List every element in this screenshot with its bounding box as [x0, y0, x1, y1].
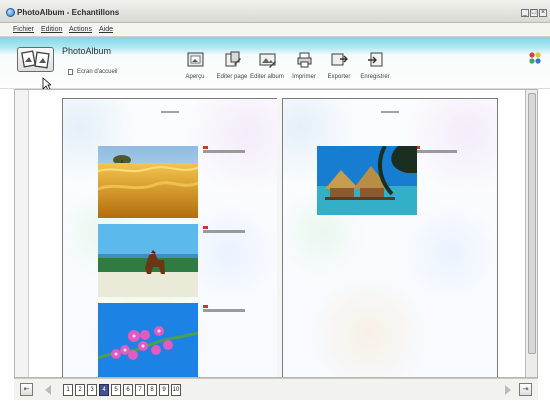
- left-scroll-gutter: [15, 90, 29, 377]
- page-button-9[interactable]: 9: [159, 384, 169, 396]
- title-bar: PhotoAlbum - Echantillons _ □ ×: [0, 0, 550, 23]
- wheat-field-image: [98, 146, 198, 218]
- print-button[interactable]: Imprimer: [287, 51, 321, 85]
- edit-page-button[interactable]: Editer page: [215, 51, 249, 85]
- home-screen-label: Ecran d'accueil: [77, 69, 118, 75]
- previous-page-arrow-icon[interactable]: [45, 385, 51, 395]
- color-dots-icon: [529, 52, 541, 64]
- wheat-field-photo[interactable]: [98, 146, 198, 218]
- photo-caption-3[interactable]: [203, 304, 245, 312]
- menu-fichier[interactable]: Fichier: [13, 26, 34, 33]
- export-button[interactable]: Exporter: [322, 51, 356, 85]
- first-page-icon[interactable]: ⇤: [20, 383, 33, 396]
- caption-marker-icon: [203, 226, 208, 229]
- home-icon: [68, 69, 73, 75]
- photo-caption-4[interactable]: [415, 145, 457, 153]
- caption-line: [203, 230, 245, 233]
- page-button-1[interactable]: 1: [63, 384, 73, 396]
- menu-edition[interactable]: Edition: [41, 26, 62, 33]
- maximize-button[interactable]: □: [530, 9, 538, 17]
- save-icon: [368, 52, 383, 67]
- photoalbum-logo-icon: [17, 47, 54, 72]
- close-button[interactable]: ×: [539, 9, 547, 17]
- menu-actions[interactable]: Actions: [69, 26, 92, 33]
- next-page-arrow-icon[interactable]: [505, 385, 511, 395]
- page-button-4[interactable]: 4: [99, 384, 109, 396]
- photo-caption-2[interactable]: [203, 225, 245, 233]
- page-button-3[interactable]: 3: [87, 384, 97, 396]
- menu-bar: Fichier Edition Actions Aide: [0, 23, 550, 37]
- menu-aide[interactable]: Aide: [99, 26, 113, 33]
- page-navigation-bar: ⇤ 1 2 3 4 5 6 7 8 9 10 ⇥: [14, 378, 538, 400]
- beach-huts-image: [317, 146, 417, 215]
- left-album-page[interactable]: [62, 98, 278, 377]
- caption-line: [203, 309, 245, 312]
- toolbar: PhotoAlbum Ecran d'accueil Aperçu Editer…: [0, 37, 550, 89]
- edit-album-button[interactable]: Editer album: [250, 51, 284, 85]
- caption-line: [203, 150, 245, 153]
- page-button-10[interactable]: 10: [171, 384, 181, 396]
- page-header-mark: [161, 111, 179, 113]
- vertical-scrollbar[interactable]: [525, 90, 537, 377]
- caption-line: [415, 150, 457, 153]
- page-button-2[interactable]: 2: [75, 384, 85, 396]
- caption-marker-icon: [203, 305, 208, 308]
- flowers-sky-photo[interactable]: [98, 303, 198, 377]
- page-button-6[interactable]: 6: [123, 384, 133, 396]
- album-workspace: [14, 89, 538, 378]
- page-button-8[interactable]: 8: [147, 384, 157, 396]
- scrollbar-thumb[interactable]: [528, 93, 536, 354]
- page-button-5[interactable]: 5: [111, 384, 121, 396]
- window-title: PhotoAlbum - Echantillons: [17, 8, 120, 17]
- save-button[interactable]: Enregistrer: [358, 51, 392, 85]
- minimize-button[interactable]: _: [521, 9, 529, 17]
- app-icon: [6, 8, 15, 17]
- photo-caption-1[interactable]: [203, 145, 245, 153]
- caption-marker-icon: [203, 146, 208, 149]
- edit-page-icon: [225, 51, 241, 67]
- dog-beach-photo[interactable]: [98, 224, 198, 297]
- preview-icon: [187, 52, 204, 67]
- page-header-mark: [381, 111, 399, 113]
- last-page-icon[interactable]: ⇥: [519, 383, 532, 396]
- dog-beach-image: [98, 224, 198, 297]
- save-label: Enregistrer: [360, 74, 390, 80]
- preview-button[interactable]: Aperçu: [178, 51, 212, 85]
- export-icon: [331, 53, 348, 66]
- page-button-7[interactable]: 7: [135, 384, 145, 396]
- edit-album-icon: [259, 53, 276, 68]
- print-icon: [297, 52, 312, 68]
- flowers-sky-image: [98, 303, 198, 377]
- right-album-page[interactable]: [282, 98, 498, 377]
- app-name: PhotoAlbum: [62, 46, 112, 56]
- beach-huts-photo[interactable]: [317, 146, 417, 215]
